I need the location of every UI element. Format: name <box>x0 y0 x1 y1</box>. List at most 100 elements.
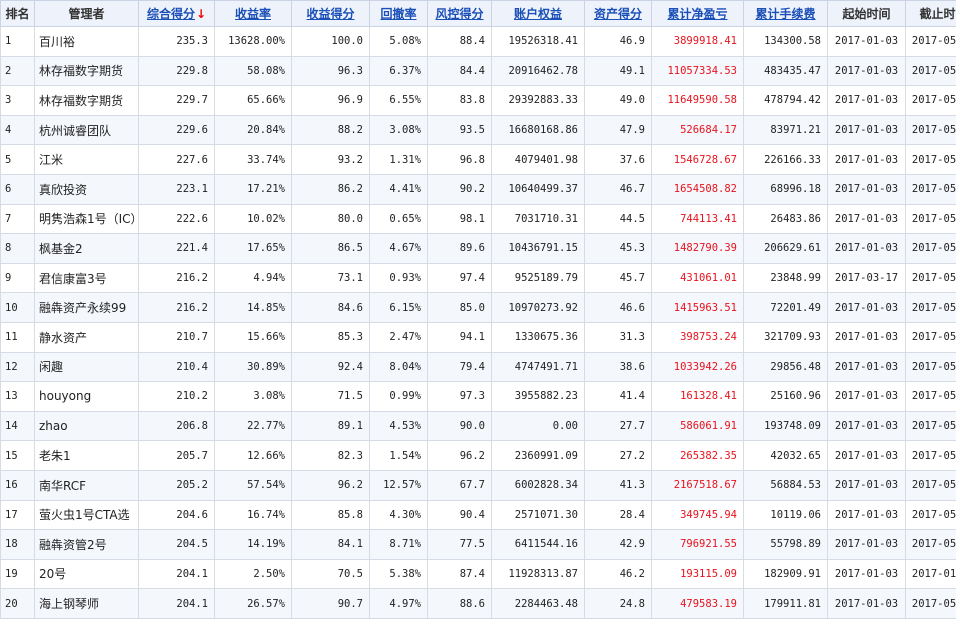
table-row[interactable]: 12 闲趣 210.4 30.89% 92.4 8.04% 79.4 4747491.71 38… <box>0 351 956 383</box>
cell-manager[interactable]: 林存福数字期货 <box>34 85 139 116</box>
cell-rank: 18 <box>0 529 35 560</box>
cell-risk-score: 96.8 <box>427 144 492 175</box>
cell-manager[interactable]: 南华RCF <box>34 469 139 501</box>
cell-asset-score: 42.9 <box>584 529 652 560</box>
column-header-return-rate[interactable]: 收益率 <box>214 0 292 27</box>
cell-end: 2017-05-22 <box>905 233 956 264</box>
cell-return-score: 73.1 <box>291 262 370 294</box>
cell-manager[interactable]: 枫基金2 <box>34 233 139 264</box>
table-row[interactable]: 9 君信康富3号 216.2 4.94% 73.1 0.93% 97.4 9525189.79… <box>0 262 956 294</box>
cell-drawdown: 5.38% <box>369 558 428 590</box>
cell-asset-score: 46.9 <box>584 26 652 57</box>
cell-return-rate: 10.02% <box>214 203 292 235</box>
cell-asset-score: 27.2 <box>584 440 652 471</box>
cell-manager[interactable]: 萤火虫1号CTA选 <box>34 499 139 531</box>
cell-end: 2017-05-25 <box>905 26 956 57</box>
cell-risk-score: 90.0 <box>427 410 492 442</box>
table-row[interactable]: 5 江米 227.6 33.74% 93.2 1.31% 96.8 4079401.98 37.… <box>0 144 956 175</box>
cell-composite: 229.8 <box>138 55 215 87</box>
cell-return-rate: 58.08% <box>214 55 292 87</box>
cell-net-pnl: 744113.41 <box>651 203 744 235</box>
cell-return-score: 100.0 <box>291 26 370 57</box>
table-row[interactable]: 13 houyong 210.2 3.08% 71.5 0.99% 97.3 3955882.… <box>0 381 956 412</box>
cell-manager[interactable]: 海上钢琴师 <box>34 588 139 619</box>
table-row[interactable]: 10 融犇资产永续99 216.2 14.85% 84.6 6.15% 85.0 109702… <box>0 292 956 323</box>
cell-manager[interactable]: 明隽浩森1号（IC） <box>34 203 139 235</box>
cell-manager[interactable]: 20号 <box>34 558 139 590</box>
table-row[interactable]: 15 老朱1 205.7 12.66% 82.3 1.54% 96.2 2360991.09 2… <box>0 440 956 471</box>
table-row[interactable]: 3 林存福数字期货 229.7 65.66% 96.9 6.55% 83.8 29392883… <box>0 85 956 116</box>
cell-start: 2017-01-03 <box>827 499 906 531</box>
cell-start: 2017-01-03 <box>827 588 906 619</box>
sort-desc-arrow-icon[interactable]: ↓ <box>196 7 206 21</box>
cell-rank: 14 <box>0 410 35 442</box>
cell-composite: 210.4 <box>138 351 215 383</box>
cell-drawdown: 0.99% <box>369 381 428 412</box>
cell-start: 2017-01-03 <box>827 292 906 323</box>
cell-return-score: 85.3 <box>291 321 370 353</box>
cell-equity: 0.00 <box>491 410 585 442</box>
cell-manager[interactable]: 江米 <box>34 144 139 175</box>
cell-manager[interactable]: 杭州诚睿团队 <box>34 114 139 146</box>
cell-fees: 10119.06 <box>743 499 828 531</box>
cell-start: 2017-01-03 <box>827 558 906 590</box>
cell-composite: 210.2 <box>138 381 215 412</box>
cell-fees: 29856.48 <box>743 351 828 383</box>
cell-composite: 204.1 <box>138 558 215 590</box>
cell-net-pnl: 1482790.39 <box>651 233 744 264</box>
cell-manager[interactable]: 林存福数字期货 <box>34 55 139 87</box>
cell-end: 2017-05-25 <box>905 588 956 619</box>
table-row[interactable]: 19 20号 204.1 2.50% 70.5 5.38% 87.4 11928313.87 4… <box>0 558 956 590</box>
cell-manager[interactable]: 闲趣 <box>34 351 139 383</box>
column-header-return-score[interactable]: 收益得分 <box>291 0 370 27</box>
cell-composite: 204.5 <box>138 529 215 560</box>
table-row[interactable]: 6 真欣投资 223.1 17.21% 86.2 4.41% 90.2 10640499.37… <box>0 173 956 205</box>
cell-start: 2017-01-03 <box>827 321 906 353</box>
column-header-label: 排名 <box>5 7 30 21</box>
table-row[interactable]: 18 融犇资管2号 204.5 14.19% 84.1 8.71% 77.5 6411544.… <box>0 529 956 560</box>
cell-net-pnl: 193115.09 <box>651 558 744 590</box>
column-header-label: 管理者 <box>68 7 105 21</box>
column-header-fees[interactable]: 累计手续费 <box>743 0 828 27</box>
cell-fees: 68996.18 <box>743 173 828 205</box>
cell-fees: 25160.96 <box>743 381 828 412</box>
cell-manager[interactable]: 静水资产 <box>34 321 139 353</box>
table-row[interactable]: 11 静水资产 210.7 15.66% 85.3 2.47% 94.1 1330675.36… <box>0 321 956 353</box>
cell-return-score: 93.2 <box>291 144 370 175</box>
table-row[interactable]: 7 明隽浩森1号（IC） 222.6 10.02% 80.0 0.65% 98.1 70317… <box>0 203 956 235</box>
table-row[interactable]: 20 海上钢琴师 204.1 26.57% 90.7 4.97% 88.6 2284463.4… <box>0 588 956 619</box>
table-row[interactable]: 17 萤火虫1号CTA选 204.6 16.74% 85.8 4.30% 90.4 25710… <box>0 499 956 531</box>
table-row[interactable]: 16 南华RCF 205.2 57.54% 96.2 12.57% 67.7 6002828.… <box>0 469 956 501</box>
table-row[interactable]: 2 林存福数字期货 229.8 58.08% 96.3 6.37% 84.4 20916462… <box>0 55 956 87</box>
cell-manager[interactable]: 融犇资管2号 <box>34 529 139 560</box>
cell-net-pnl: 431061.01 <box>651 262 744 294</box>
cell-end: 2017-05-25 <box>905 351 956 383</box>
table-row[interactable]: 4 杭州诚睿团队 229.6 20.84% 88.2 3.08% 93.5 16680168.… <box>0 114 956 146</box>
cell-manager[interactable]: zhao <box>34 410 139 442</box>
cell-manager[interactable]: 老朱1 <box>34 440 139 471</box>
cell-end: 2017-05-25 <box>905 292 956 323</box>
cell-start: 2017-01-03 <box>827 55 906 87</box>
cell-manager[interactable]: 百川裕 <box>34 26 139 57</box>
table-row[interactable]: 14 zhao 206.8 22.77% 89.1 4.53% 90.0 0.00 27.7 58… <box>0 410 956 442</box>
column-header-net-pnl[interactable]: 累计净盈亏 <box>651 0 744 27</box>
column-header-equity[interactable]: 账户权益 <box>491 0 585 27</box>
column-header-risk-score[interactable]: 风控得分 <box>427 0 492 27</box>
column-header-composite[interactable]: 综合得分↓ <box>138 0 215 27</box>
cell-manager[interactable]: 融犇资产永续99 <box>34 292 139 323</box>
column-header-label: 收益率 <box>234 7 271 21</box>
table-row[interactable]: 8 枫基金2 221.4 17.65% 86.5 4.67% 89.6 10436791.15… <box>0 233 956 264</box>
cell-net-pnl: 11649590.58 <box>651 85 744 116</box>
column-header-asset-score[interactable]: 资产得分 <box>584 0 652 27</box>
column-header-drawdown[interactable]: 回撤率 <box>369 0 428 27</box>
cell-manager[interactable]: 君信康富3号 <box>34 262 139 294</box>
cell-return-score: 96.2 <box>291 469 370 501</box>
cell-net-pnl: 161328.41 <box>651 381 744 412</box>
cell-manager[interactable]: houyong <box>34 381 139 412</box>
cell-return-rate: 14.85% <box>214 292 292 323</box>
table-row[interactable]: 1 百川裕 235.3 13628.00% 100.0 5.08% 88.4 19526318… <box>0 26 956 57</box>
cell-rank: 13 <box>0 381 35 412</box>
cell-rank: 8 <box>0 233 35 264</box>
cell-manager[interactable]: 真欣投资 <box>34 173 139 205</box>
column-header-label: 账户权益 <box>513 7 562 21</box>
